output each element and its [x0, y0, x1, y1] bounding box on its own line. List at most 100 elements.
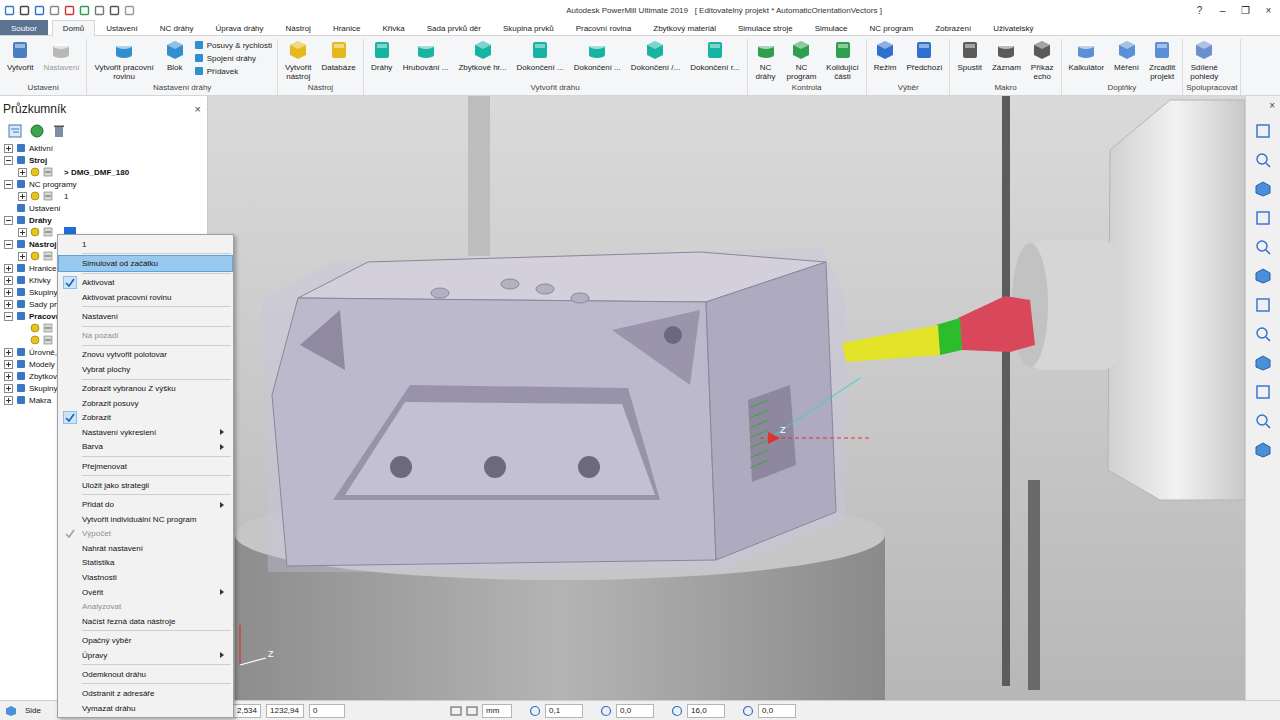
ribbon-tab[interactable]: Pracovní rovina: [565, 20, 643, 35]
ribbon-button[interactable]: Dráhy: [367, 39, 397, 72]
ribbon-tab[interactable]: Ustavení: [95, 20, 149, 35]
view-tool-icon[interactable]: [1254, 209, 1272, 227]
menu-item[interactable]: Simulovat od začátku: [59, 256, 232, 271]
menu-item[interactable]: Zobrazit vybranou Z výšku: [59, 381, 232, 396]
ribbon-button[interactable]: Zbytkové hr...: [454, 39, 510, 72]
view-tool-icon[interactable]: [1254, 354, 1272, 372]
menu-item[interactable]: Uložit jako strategii: [59, 478, 232, 493]
menu-item[interactable]: Aktivovat pracovní rovinu: [59, 290, 232, 305]
expand-icon[interactable]: [18, 168, 27, 177]
menu-item[interactable]: Vymazat dráhu: [59, 701, 232, 716]
ribbon-tab[interactable]: Skupina prvků: [492, 20, 565, 35]
tree-item[interactable]: 1: [0, 190, 207, 202]
view-tool-icon[interactable]: [1254, 325, 1272, 343]
menu-item[interactable]: Barva: [59, 440, 232, 455]
menu-item[interactable]: Zobrazit posuvy: [59, 396, 232, 411]
ribbon-button[interactable]: Příkaz echo: [1027, 39, 1058, 81]
expand-icon[interactable]: [4, 300, 13, 309]
collapse-icon[interactable]: [4, 216, 13, 225]
status-tool-icon[interactable]: [450, 705, 462, 717]
expand-icon[interactable]: [4, 264, 13, 273]
menu-item[interactable]: Na pozadí: [59, 328, 232, 343]
ribbon-small-button[interactable]: Spojení dráhy: [194, 52, 272, 64]
quick-access-icon[interactable]: [19, 5, 30, 16]
menu-item[interactable]: Přejmenovat: [59, 459, 232, 474]
quick-access-icon[interactable]: [64, 5, 75, 16]
menu-item[interactable]: Odstranit z adresáře: [59, 686, 232, 701]
ribbon-tab[interactable]: Zbytkový materiál: [642, 20, 727, 35]
coordinate-field[interactable]: 0: [309, 704, 345, 718]
menu-item[interactable]: Nahrát nastavení: [59, 541, 232, 556]
view-tool-icon[interactable]: [1254, 180, 1272, 198]
quick-access-icon[interactable]: [49, 5, 60, 16]
menu-item[interactable]: Odemknout dráhu: [59, 667, 232, 682]
viewport[interactable]: ZZ: [208, 96, 1245, 700]
quick-access-icon[interactable]: [94, 5, 105, 16]
expand-icon[interactable]: [4, 384, 13, 393]
units-field[interactable]: mm: [482, 704, 512, 718]
machine-view[interactable]: ZZ: [208, 96, 1245, 700]
ribbon-tab[interactable]: NC program: [859, 20, 925, 35]
ribbon-button[interactable]: Dokončení r...: [686, 39, 743, 72]
tree-view-icon[interactable]: [8, 124, 22, 138]
menu-item[interactable]: Úpravy: [59, 648, 232, 663]
ribbon-button[interactable]: NC program: [783, 39, 821, 81]
expand-icon[interactable]: [18, 228, 27, 237]
expand-icon[interactable]: [4, 396, 13, 405]
ribbon-tab[interactable]: Uživatelský: [982, 20, 1044, 35]
ribbon-button[interactable]: Hrubování ...: [399, 39, 453, 72]
coordinate-field[interactable]: 1232,94: [266, 704, 304, 718]
ribbon-button[interactable]: Zrcadlit projekt: [1145, 39, 1179, 81]
collapse-icon[interactable]: [4, 156, 13, 165]
quick-access-icon[interactable]: [34, 5, 45, 16]
view-tool-icon[interactable]: [1254, 441, 1272, 459]
ribbon-button[interactable]: Předchozí: [902, 39, 946, 72]
quick-access-icon[interactable]: [4, 5, 15, 16]
ribbon-button[interactable]: Dokončení ...: [513, 39, 568, 72]
menu-item[interactable]: Načíst řezná data nástroje: [59, 614, 232, 629]
window-control-button[interactable]: ×: [1257, 0, 1280, 20]
ribbon-tab[interactable]: Simulace: [804, 20, 859, 35]
menu-item[interactable]: Nastavení: [59, 309, 232, 324]
menu-item[interactable]: Ověřit: [59, 585, 232, 600]
ribbon-button[interactable]: Kalkulátor: [1065, 39, 1109, 72]
coordinate-field[interactable]: 2,534: [233, 704, 261, 718]
expand-icon[interactable]: [4, 144, 13, 153]
ribbon-tab[interactable]: Simulace stroje: [727, 20, 804, 35]
ribbon-tab[interactable]: NC dráhy: [149, 20, 205, 35]
menu-item[interactable]: Zobrazit: [59, 411, 232, 426]
view-tool-icon[interactable]: [1254, 267, 1272, 285]
collapse-icon[interactable]: [4, 240, 13, 249]
menu-item[interactable]: Aktivovat: [59, 275, 232, 290]
expand-icon[interactable]: [4, 372, 13, 381]
ribbon-button[interactable]: Nastavení: [39, 39, 83, 72]
ribbon-button[interactable]: Vytvořit: [3, 39, 37, 72]
ribbon-tab[interactable]: Úprava dráhy: [205, 20, 275, 35]
ribbon-tab[interactable]: Křivka: [371, 20, 415, 35]
tolerance-field[interactable]: 0,0: [616, 704, 654, 718]
ribbon-tab[interactable]: Zobrazení: [924, 20, 982, 35]
menu-item[interactable]: Vytvořit individuální NC program: [59, 512, 232, 527]
ribbon-button[interactable]: Vytvořit pracovní rovinu: [90, 39, 157, 81]
ribbon-button[interactable]: Vytvořit nástroj: [281, 39, 315, 81]
view-tool-icon[interactable]: [1254, 151, 1272, 169]
quick-access-icon[interactable]: [124, 5, 135, 16]
ribbon-button[interactable]: Záznam: [988, 39, 1025, 72]
menu-item[interactable]: Nastavení vykreslení: [59, 425, 232, 440]
tree-item[interactable]: Ustavení: [0, 202, 207, 214]
ribbon-button[interactable]: Blok: [160, 39, 190, 72]
tree-item[interactable]: NC programy: [0, 178, 207, 190]
quick-access-icon[interactable]: [79, 5, 90, 16]
tolerance-field[interactable]: 0,1: [545, 704, 583, 718]
ribbon-small-button[interactable]: Posuvy & rychlosti: [194, 39, 272, 51]
menu-item[interactable]: Vlastnosti: [59, 570, 232, 585]
ribbon-small-button[interactable]: Přídavek: [194, 65, 272, 77]
ribbon-tab[interactable]: Sada prvků děr: [416, 20, 492, 35]
tree-item[interactable]: Dráhy: [0, 214, 207, 226]
close-button[interactable]: ×: [195, 103, 201, 115]
status-tool-icon[interactable]: [466, 705, 478, 717]
tolerance-field[interactable]: 0,0: [758, 704, 796, 718]
tolerance-field[interactable]: 16,0: [687, 704, 725, 718]
window-control-button[interactable]: ❐: [1234, 0, 1257, 20]
tree-item[interactable]: Aktivní: [0, 142, 207, 154]
